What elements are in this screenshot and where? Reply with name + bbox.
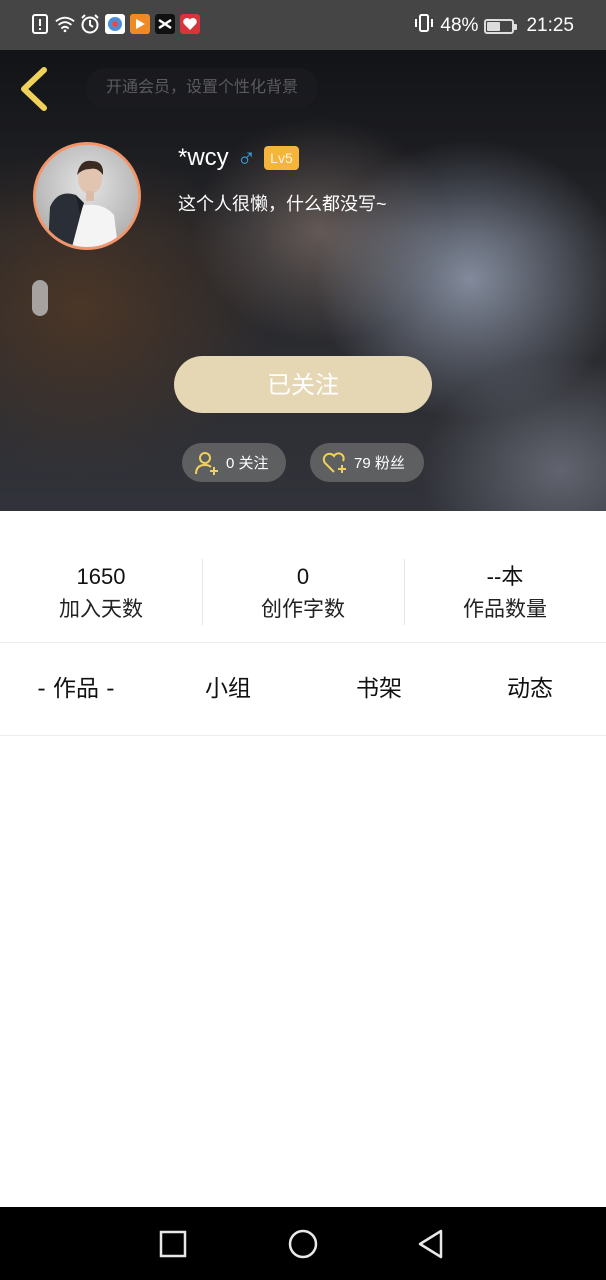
avatar-image: [36, 145, 138, 247]
recent-apps-icon: [159, 1230, 187, 1258]
tab-works[interactable]: - 作品 -: [0, 643, 152, 736]
add-user-icon: [195, 451, 218, 475]
profile-stats: 1650 加入天数 0 创作字数 --本 作品数量: [0, 511, 606, 643]
app-icon-3: [155, 14, 175, 34]
status-bar: 48% 21:25: [0, 0, 606, 50]
app-icon-4: [180, 14, 200, 34]
chevron-left-icon: [21, 67, 47, 111]
side-handle[interactable]: [32, 280, 48, 316]
stat-label: 创作字数: [261, 597, 345, 621]
stat-label: 作品数量: [463, 597, 547, 621]
alarm-icon: [80, 13, 100, 35]
tab-activity[interactable]: 动态: [454, 643, 606, 736]
recent-apps-button[interactable]: [156, 1227, 190, 1261]
header-shade: [0, 50, 606, 511]
stat-value: --本: [486, 564, 524, 589]
stat-label: 加入天数: [59, 597, 143, 621]
custom-background-hint[interactable]: 开通会员，设置个性化背景: [86, 68, 319, 108]
avatar[interactable]: [33, 142, 141, 250]
profile-tabs: - 作品 - 小组 书架 动态: [0, 643, 606, 736]
fans-count: 79 粉丝: [354, 455, 405, 472]
clock: 21:25: [526, 15, 574, 36]
username: *wcy: [178, 144, 229, 171]
home-button[interactable]: [286, 1227, 320, 1261]
level-badge: Lv5: [264, 146, 299, 170]
battery-icon: [484, 18, 518, 34]
back-icon: [418, 1229, 443, 1259]
tab-groups[interactable]: 小组: [152, 643, 304, 736]
profile-header: 开通会员，设置个性化背景 *wcy ♂ Lv5 这个人很懒，什么都没写~ 已关注: [0, 50, 606, 511]
stat-value: 0: [296, 564, 310, 589]
follow-button[interactable]: 已关注: [174, 356, 432, 413]
wifi-icon: [55, 13, 75, 35]
vibrate-icon: [414, 13, 434, 39]
status-icons-left: [30, 13, 200, 35]
user-info: *wcy ♂ Lv5: [178, 144, 299, 172]
stat-word-count: 0 创作字数: [202, 561, 404, 625]
tab-bookshelf[interactable]: 书架: [304, 643, 454, 736]
fans-chip[interactable]: 79 粉丝: [310, 443, 424, 482]
back-button[interactable]: [16, 66, 56, 112]
following-count: 0 关注: [226, 455, 269, 472]
back-nav-button[interactable]: [414, 1227, 448, 1261]
app-icon-2: [130, 14, 150, 34]
battery-percent: 48%: [440, 15, 479, 36]
stat-join-days: 1650 加入天数: [0, 561, 202, 625]
app-icon-1: [105, 14, 125, 34]
following-chip[interactable]: 0 关注: [182, 443, 286, 482]
tab-content: [0, 736, 606, 1207]
status-icons-right: 48% 21:25: [414, 13, 574, 39]
home-icon: [288, 1229, 318, 1259]
alert-icon: [30, 13, 50, 35]
stat-works-count: --本 作品数量: [404, 561, 606, 625]
user-bio: 这个人很懒，什么都没写~: [178, 194, 387, 214]
heart-plus-icon: [322, 451, 346, 473]
stat-value: 1650: [76, 564, 126, 589]
system-nav-bar: [0, 1207, 606, 1280]
male-gender-icon: ♂: [236, 143, 257, 173]
